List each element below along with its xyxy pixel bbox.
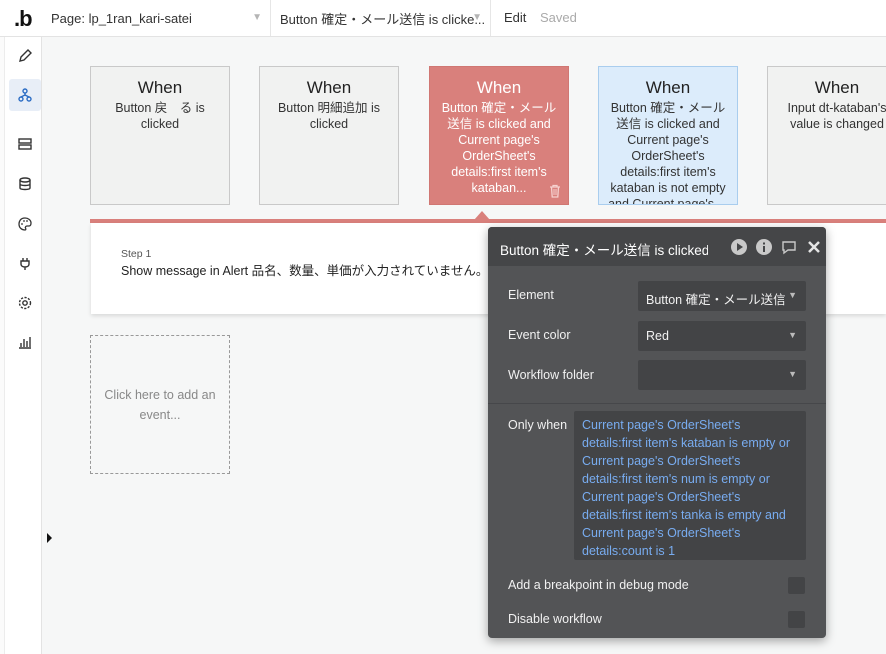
event-when-label: When (137, 78, 183, 97)
step-action: Show message in Alert 品名、数量、単価が入力されていません… (121, 264, 489, 278)
chevron-down-icon: ▼ (788, 369, 797, 379)
breakpoint-label: Add a breakpoint in debug mode (508, 578, 689, 592)
event-description: Button 明細追加 is clicked (277, 101, 381, 131)
info-icon[interactable] (755, 238, 773, 256)
event-card[interactable]: When Input dt-kataban's value is changed (767, 66, 886, 205)
sidebar-edge (0, 37, 5, 654)
workflow-tab-icon[interactable] (9, 79, 41, 111)
breakpoint-checkbox[interactable] (788, 577, 805, 594)
event-description: Input dt-kataban's value is changed (787, 101, 886, 131)
event-description: Button 確定・メール送信 is clicked and Current p… (608, 101, 728, 205)
event-color-label: Event color (508, 328, 571, 342)
step-number: Step 1 (121, 248, 152, 260)
event-selector[interactable]: Button 確定・メール送信 is clicke... ▼ (271, 0, 491, 36)
add-event-label: Click here to add an event... (104, 387, 216, 422)
event-color-value: Red (646, 329, 669, 343)
top-bar: .b Page: lp_1ran_kari-satei ▼ Button 確定・… (0, 0, 886, 37)
chevron-down-icon: ▼ (252, 12, 262, 23)
element-label: Element (508, 288, 554, 302)
saved-status: Saved (540, 10, 577, 25)
event-card[interactable]: When Button 明細追加 is clicked (259, 66, 399, 205)
event-color-dropdown[interactable]: Red ▼ (638, 321, 806, 351)
plugin-icon[interactable] (9, 248, 41, 280)
event-card[interactable]: When Button 確定・メール送信 is clicked and Curr… (598, 66, 738, 205)
event-when-label: When (814, 78, 860, 97)
page-selector[interactable]: Page: lp_1ran_kari-satei ▼ (42, 0, 271, 36)
design-tab-pencil-icon[interactable] (9, 40, 41, 72)
bubble-logo[interactable]: .b (14, 6, 33, 32)
chevron-down-icon: ▼ (472, 12, 482, 23)
event-description: Button 戻 る is clicked (115, 101, 205, 131)
disable-workflow-checkbox[interactable] (788, 611, 805, 628)
event-description: Button 確定・メール送信 is clicked and Current p… (441, 101, 557, 195)
only-when-condition-field[interactable]: Current page's OrderSheet's details:firs… (574, 411, 806, 560)
panel-divider (488, 403, 826, 404)
edit-menu[interactable]: Edit (504, 10, 526, 25)
event-card[interactable]: When Button 戻 る is clicked (90, 66, 230, 205)
event-when-label: When (476, 78, 522, 97)
add-event-button[interactable]: Click here to add an event... (90, 335, 230, 474)
event-when-label: When (306, 78, 352, 97)
panel-header: Button 確定・メール送信 is clicked (488, 227, 826, 266)
collapse-panel-arrow-icon[interactable] (47, 533, 52, 543)
event-when-label: When (645, 78, 691, 97)
page-selector-label: Page: lp_1ran_kari-satei (51, 10, 192, 26)
database-icon[interactable] (9, 168, 41, 200)
play-icon[interactable] (730, 238, 748, 256)
event-property-panel: Button 確定・メール送信 is clicked Element Butto… (488, 227, 826, 638)
left-sidebar (0, 37, 42, 654)
close-icon[interactable] (805, 238, 823, 256)
chevron-down-icon: ▼ (788, 330, 797, 340)
element-dropdown[interactable]: Button 確定・メール送信 ▼ (638, 281, 806, 311)
chevron-down-icon: ▼ (788, 290, 797, 300)
disable-workflow-label: Disable workflow (508, 612, 602, 626)
logs-chart-icon[interactable] (9, 326, 41, 358)
workflow-folder-dropdown[interactable]: ▼ (638, 360, 806, 390)
data-tab-icon[interactable] (9, 128, 41, 160)
palette-icon[interactable] (9, 208, 41, 240)
only-when-label: Only when (508, 418, 568, 432)
event-selector-label: Button 確定・メール送信 is clicke... (280, 11, 486, 27)
panel-title: Button 確定・メール送信 is clicked (500, 243, 708, 258)
element-value: Button 確定・メール送信 (646, 293, 786, 307)
comment-icon[interactable] (780, 238, 798, 256)
workflow-folder-label: Workflow folder (508, 368, 594, 382)
event-card-selected[interactable]: When Button 確定・メール送信 is clicked and Curr… (429, 66, 569, 205)
settings-gear-icon[interactable] (9, 287, 41, 319)
trash-icon[interactable] (548, 184, 562, 198)
